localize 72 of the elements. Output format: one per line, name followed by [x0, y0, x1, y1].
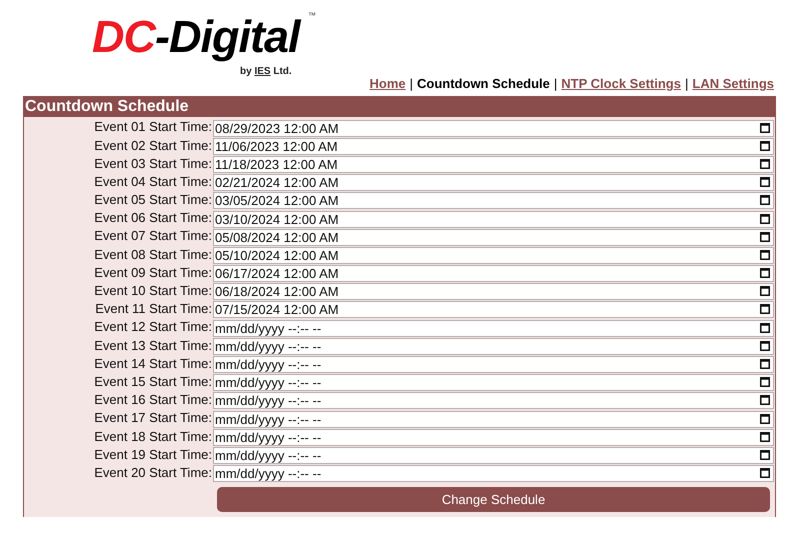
- datetime-field[interactable]: mm/dd/yyyy --:-- --: [213, 392, 774, 410]
- field-label: Event 01 Start Time:: [93, 118, 212, 136]
- field-label: Event 11 Start Time:: [94, 300, 212, 318]
- datetime-field[interactable]: 11/18/2023 12:00 AM: [213, 156, 774, 173]
- datetime-field[interactable]: 05/10/2024 12:00 AM: [213, 246, 774, 264]
- field-label: Event 13 Start Time:: [93, 336, 212, 355]
- datetime-field[interactable]: mm/dd/yyyy --:-- --: [213, 374, 774, 392]
- field-label: Event 07 Start Time:: [93, 227, 212, 246]
- datetime-field[interactable]: mm/dd/yyyy --:-- --: [213, 446, 774, 464]
- logo-byline: by IES Ltd.: [240, 65, 292, 79]
- calendar-icon[interactable]: [760, 358, 770, 370]
- nav-link[interactable]: LAN Settings: [692, 74, 774, 94]
- calendar-icon[interactable]: [760, 340, 770, 351]
- field-label: Event 12 Start Time:: [93, 318, 212, 336]
- datetime-field[interactable]: mm/dd/yyyy --:-- --: [213, 338, 774, 355]
- nav-separator: |: [684, 75, 688, 93]
- datetime-field[interactable]: mm/dd/yyyy --:-- --: [213, 320, 774, 337]
- field-label: Event 14 Start Time:: [93, 354, 212, 373]
- calendar-icon[interactable]: [760, 122, 770, 133]
- field-label: Event 02 Start Time:: [93, 136, 212, 155]
- calendar-icon[interactable]: [760, 303, 770, 314]
- datetime-field[interactable]: 06/18/2024 12:00 AM: [213, 283, 774, 300]
- datetime-field[interactable]: 02/21/2024 12:00 AM: [213, 174, 774, 192]
- nav-link[interactable]: NTP Clock Settings: [561, 74, 681, 94]
- calendar-icon[interactable]: [760, 248, 770, 260]
- calendar-icon[interactable]: [760, 448, 770, 460]
- field-label: Event 10 Start Time:: [93, 282, 212, 300]
- datetime-field[interactable]: 06/17/2024 12:00 AM: [213, 265, 774, 282]
- field-label: Event 04 Start Time:: [93, 172, 212, 191]
- calendar-icon[interactable]: [760, 412, 770, 424]
- field-label: Event 09 Start Time:: [93, 264, 212, 282]
- datetime-field[interactable]: mm/dd/yyyy --:-- --: [213, 356, 774, 374]
- trademark: ™: [308, 10, 316, 22]
- datetime-field[interactable]: 03/05/2024 12:00 AM: [213, 192, 774, 210]
- datetime-field[interactable]: 11/06/2023 12:00 AM: [213, 138, 774, 155]
- calendar-icon[interactable]: [760, 158, 770, 169]
- datetime-field[interactable]: mm/dd/yyyy --:-- --: [213, 428, 774, 446]
- calendar-icon[interactable]: [760, 140, 770, 151]
- panel-title: Countdown Schedule: [24, 96, 775, 117]
- field-label: Event 05 Start Time:: [93, 191, 212, 210]
- calendar-icon[interactable]: [760, 430, 770, 442]
- datetime-field[interactable]: mm/dd/yyyy --:-- --: [213, 465, 774, 482]
- calendar-icon[interactable]: [760, 394, 770, 406]
- field-label: Event 17 Start Time:: [93, 409, 212, 428]
- datetime-field[interactable]: mm/dd/yyyy --:-- --: [213, 410, 774, 428]
- field-label: Event 16 Start Time:: [93, 391, 212, 410]
- nav-link[interactable]: Countdown Schedule: [417, 74, 550, 94]
- datetime-field[interactable]: 03/10/2024 12:00 AM: [213, 210, 774, 228]
- field-label: Event 15 Start Time:: [93, 372, 212, 391]
- logo-wordmark: DC-Digital: [92, 12, 300, 62]
- field-label: Event 19 Start Time:: [93, 446, 212, 464]
- calendar-icon[interactable]: [760, 230, 770, 242]
- calendar-icon[interactable]: [760, 194, 770, 206]
- field-label: Event 03 Start Time:: [93, 154, 212, 173]
- calendar-icon[interactable]: [760, 212, 770, 224]
- field-label: Event 06 Start Time:: [93, 209, 212, 228]
- datetime-field[interactable]: 07/15/2024 12:00 AM: [213, 301, 774, 318]
- field-label: Event 08 Start Time:: [93, 246, 212, 264]
- field-label: Event 18 Start Time:: [93, 428, 212, 446]
- calendar-icon[interactable]: [760, 267, 770, 278]
- change-schedule-button[interactable]: Change Schedule: [217, 486, 770, 512]
- calendar-icon[interactable]: [760, 322, 770, 333]
- nav-separator: |: [554, 75, 558, 93]
- nav-link[interactable]: Home: [370, 74, 406, 94]
- nav-separator: |: [410, 75, 414, 93]
- datetime-field[interactable]: 05/08/2024 12:00 AM: [213, 228, 774, 246]
- datetime-field[interactable]: 08/29/2023 12:00 AM: [213, 120, 774, 137]
- calendar-icon[interactable]: [760, 285, 770, 296]
- calendar-icon[interactable]: [760, 376, 770, 388]
- field-label: Event 20 Start Time:: [93, 464, 212, 482]
- calendar-icon[interactable]: [760, 467, 770, 478]
- calendar-icon[interactable]: [760, 176, 770, 188]
